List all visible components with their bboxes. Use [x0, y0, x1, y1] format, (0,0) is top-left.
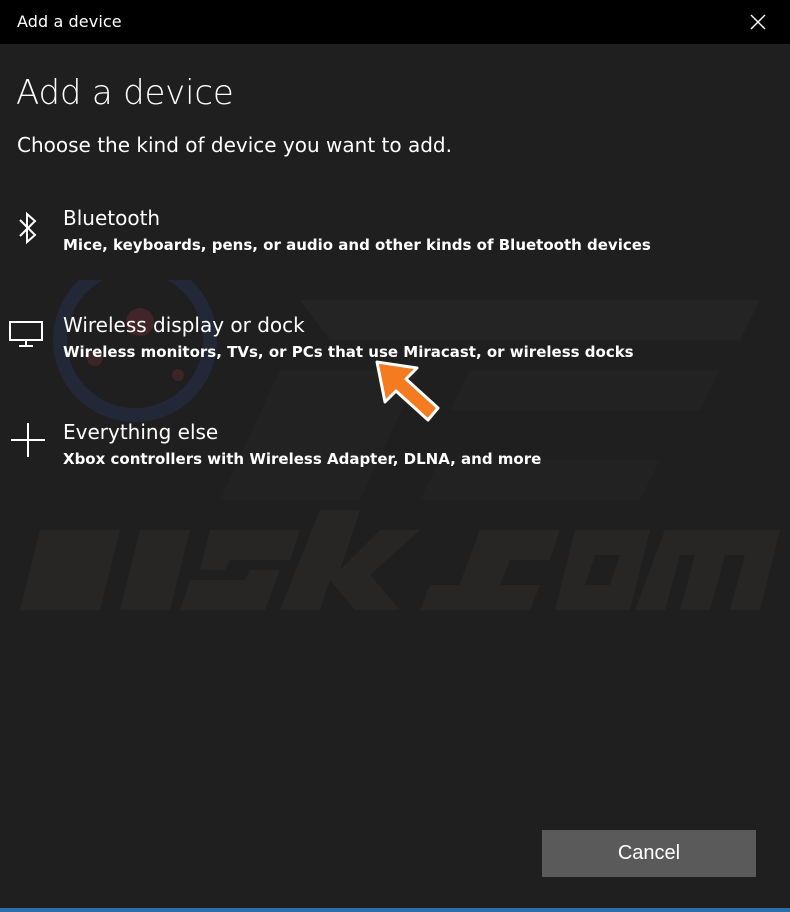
page-subtitle: Choose the kind of device you want to ad… [17, 133, 452, 157]
cancel-button[interactable]: Cancel [542, 830, 756, 877]
option-title: Wireless display or dock [63, 313, 305, 337]
plus-icon [10, 420, 46, 460]
option-description: Wireless monitors, TVs, or PCs that use … [63, 343, 634, 361]
close-button[interactable] [726, 0, 790, 44]
page-title: Add a device [16, 73, 234, 113]
close-icon [750, 14, 766, 30]
annotation-arrow-icon [375, 360, 440, 422]
window-title: Add a device [17, 12, 122, 31]
title-bar: Add a device [0, 0, 790, 44]
option-description: Mice, keyboards, pens, or audio and othe… [63, 236, 651, 254]
option-everything-else[interactable]: Everything else Xbox controllers with Wi… [0, 420, 660, 490]
option-wireless-display[interactable]: Wireless display or dock Wireless monito… [0, 313, 660, 383]
window-bottom-border [0, 908, 790, 912]
option-title: Bluetooth [63, 206, 161, 230]
option-description: Xbox controllers with Wireless Adapter, … [63, 450, 542, 468]
monitor-icon [8, 313, 44, 353]
option-bluetooth[interactable]: Bluetooth Mice, keyboards, pens, or audi… [0, 206, 660, 276]
bluetooth-icon [10, 208, 46, 248]
add-device-window: Add a device Add a device Choose the kin… [0, 0, 790, 912]
option-title: Everything else [63, 420, 219, 444]
